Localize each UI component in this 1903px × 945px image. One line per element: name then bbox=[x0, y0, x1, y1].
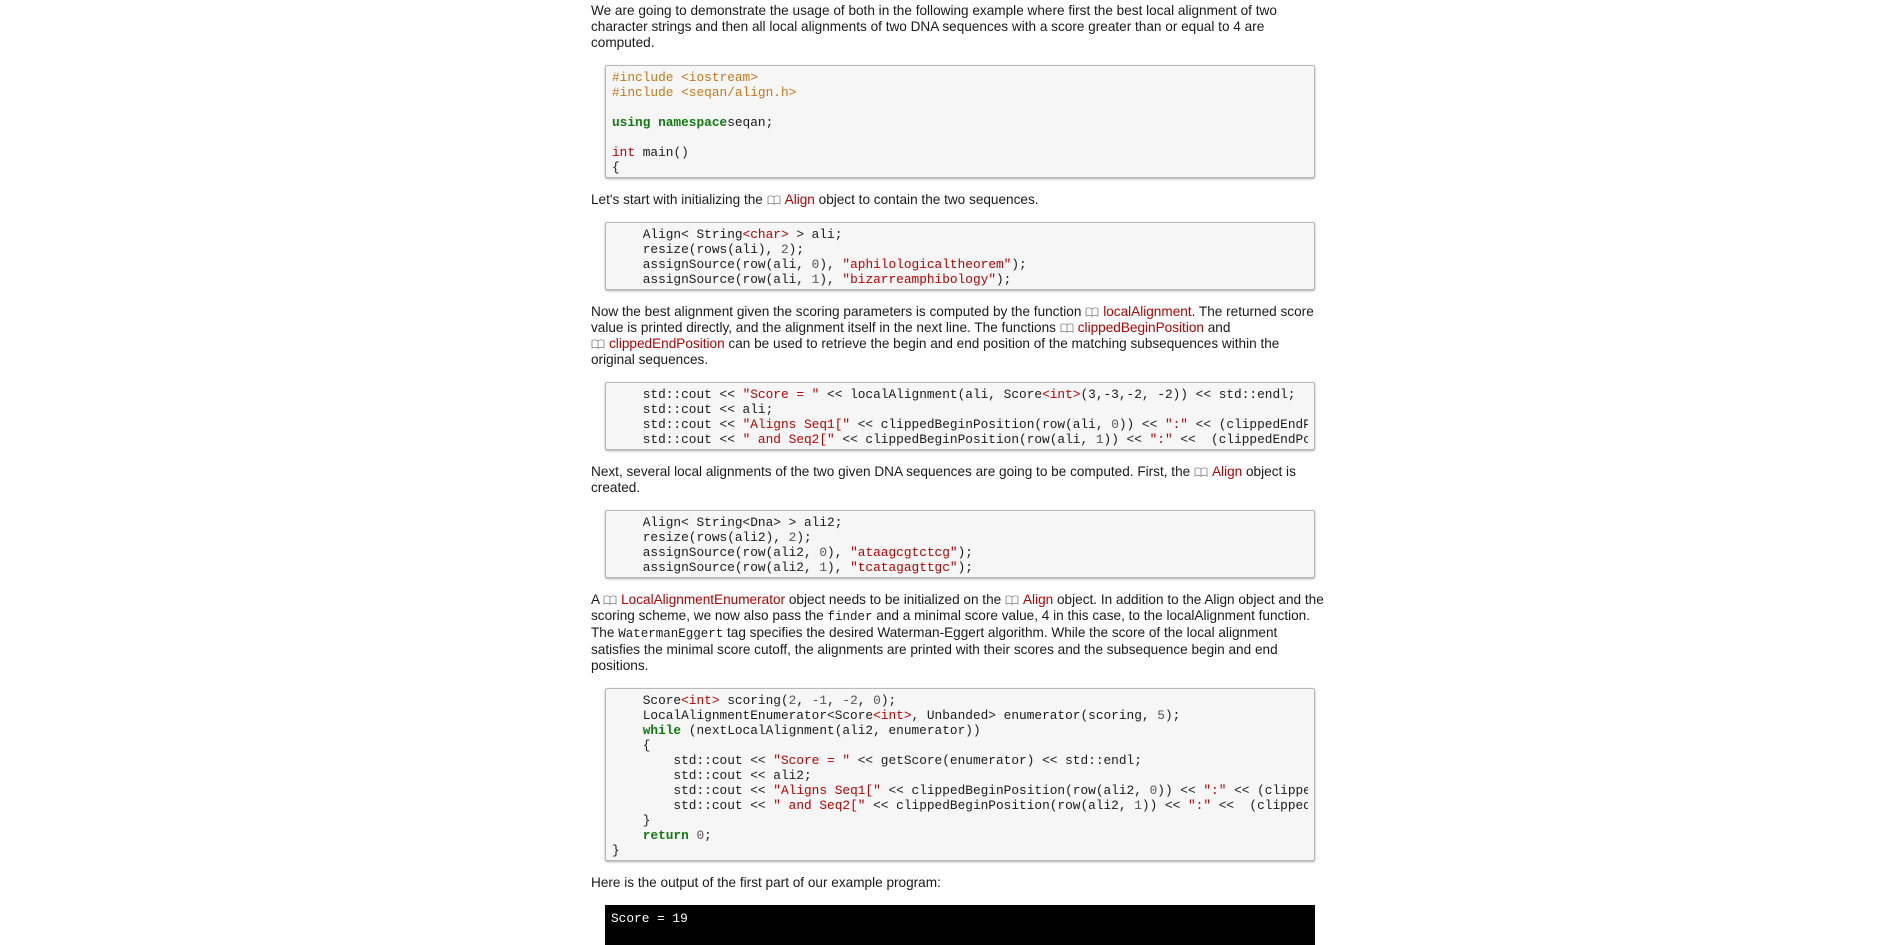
code-line: #include <iostream> bbox=[612, 70, 758, 85]
code-line: std::cout << "Aligns Seq1[" << clippedBe… bbox=[612, 783, 1308, 798]
inline-code-finder: finder bbox=[827, 610, 873, 624]
link-clipped-begin-position[interactable]: clippedBeginPosition bbox=[1060, 320, 1204, 335]
book-icon bbox=[767, 195, 782, 205]
code-line: assignSource(row(ali, 1), "bizarreamphib… bbox=[612, 272, 1012, 287]
article-content: We are going to demonstrate the usage of… bbox=[591, 0, 1326, 945]
code-line: Align< String<Dna> > ali2; bbox=[612, 515, 843, 530]
code-block-score-output: std::cout << "Score = " << localAlignmen… bbox=[605, 382, 1315, 450]
code-line: assignSource(row(ali2, 0), "ataagcgtctcg… bbox=[612, 545, 973, 560]
inline-code-waterman-eggert: WatermanEggert bbox=[618, 627, 724, 641]
code-block-enumerator: Score<int> scoring(2, -1, -2, 0); LocalA… bbox=[605, 688, 1315, 861]
code-line: std::cout << ali; bbox=[612, 402, 774, 417]
code-block-includes: #include <iostream> #include <seqan/align… bbox=[605, 65, 1315, 178]
intro-paragraph: We are going to demonstrate the usage of… bbox=[591, 3, 1277, 50]
code-line: std::cout << " and Seq2[" << clippedBegi… bbox=[612, 432, 1308, 447]
code-line: } bbox=[612, 813, 651, 828]
book-icon bbox=[1085, 307, 1100, 317]
book-icon bbox=[1194, 467, 1209, 477]
paragraph-dna-align: Next, several local alignments of the tw… bbox=[591, 464, 1296, 495]
book-icon bbox=[603, 595, 618, 605]
code-line: std::cout << ali2; bbox=[612, 768, 812, 783]
book-icon bbox=[1005, 595, 1020, 605]
paragraph-enumerator: A LocalAlignmentEnumerator object needs … bbox=[591, 592, 1324, 673]
code-line: resize(rows(ali2), 2); bbox=[612, 530, 812, 545]
code-line: Score<int> scoring(2, -1, -2, 0); bbox=[612, 693, 897, 708]
code-line: int main() bbox=[612, 145, 689, 160]
code-line: std::cout << "Score = " << localAlignmen… bbox=[612, 387, 1296, 402]
code-block-align-init: Align< String<char> > ali; resize(rows(a… bbox=[605, 222, 1315, 290]
code-line: { bbox=[612, 738, 651, 753]
code-line: assignSource(row(ali, 0), "aphilological… bbox=[612, 257, 1027, 272]
link-align-3[interactable]: Align bbox=[1005, 592, 1053, 607]
link-local-alignment-enumerator[interactable]: LocalAlignmentEnumerator bbox=[603, 592, 785, 607]
code-line: std::cout << "Score = " << getScore(enum… bbox=[612, 753, 1142, 768]
code-line: std::cout << "Aligns Seq1[" << clippedBe… bbox=[612, 417, 1308, 432]
code-block-dna-align: Align< String<Dna> > ali2; resize(rows(a… bbox=[605, 510, 1315, 578]
link-align[interactable]: Align bbox=[767, 192, 815, 207]
link-align-2[interactable]: Align bbox=[1194, 464, 1242, 479]
paragraph-output-intro: Here is the output of the first part of … bbox=[591, 875, 941, 890]
code-line: resize(rows(ali), 2); bbox=[612, 242, 804, 257]
code-line: while (nextLocalAlignment(ali2, enumerat… bbox=[612, 723, 981, 738]
code-line: } bbox=[612, 843, 620, 858]
link-local-alignment[interactable]: localAlignment bbox=[1085, 304, 1192, 319]
code-line: #include <seqan/align.h> bbox=[612, 85, 797, 100]
output-console: Score = 19 bbox=[605, 905, 1315, 945]
code-line: using namespaceseqan; bbox=[612, 115, 774, 130]
code-line: Align< String<char> > ali; bbox=[612, 227, 843, 242]
code-line: return 0; bbox=[612, 828, 712, 843]
link-clipped-end-position[interactable]: clippedEndPosition bbox=[591, 336, 725, 351]
paragraph-init-align: Let's start with initializing the Align … bbox=[591, 192, 1039, 207]
book-icon bbox=[1060, 323, 1075, 333]
code-line: assignSource(row(ali2, 1), "tcatagagttgc… bbox=[612, 560, 973, 575]
book-icon bbox=[591, 339, 606, 349]
paragraph-local-alignment: Now the best alignment given the scoring… bbox=[591, 304, 1314, 367]
code-line: LocalAlignmentEnumerator<Score<int>, Unb… bbox=[612, 708, 1181, 723]
code-line: { bbox=[612, 160, 620, 175]
code-line: std::cout << " and Seq2[" << clippedBegi… bbox=[612, 798, 1308, 813]
